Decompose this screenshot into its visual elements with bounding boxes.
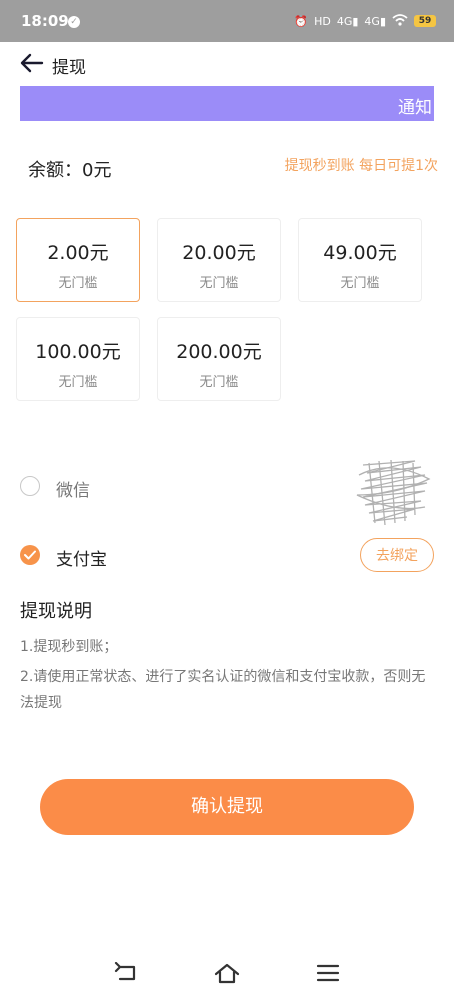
notice-text: 通知 [398, 98, 432, 118]
radio-checked-icon[interactable] [20, 545, 40, 565]
amount-note: 无门槛 [58, 276, 98, 291]
amount-value: 49.00元 [323, 242, 397, 264]
amount-value: 20.00元 [182, 242, 256, 264]
instructions-title: 提现说明 [20, 601, 92, 622]
hd-icon: HD [314, 14, 331, 28]
amount-option-200[interactable]: 200.00元 无门槛 [157, 317, 281, 401]
alipay-label: 支付宝 [56, 550, 107, 570]
amount-option-100[interactable]: 100.00元 无门槛 [16, 317, 140, 401]
amount-note: 无门槛 [199, 276, 239, 291]
alarm-icon: ⏰ [294, 14, 309, 28]
signal-4g-icon: 4G▮ [364, 14, 386, 28]
amount-value: 2.00元 [47, 242, 109, 264]
balance-label: 余额：0元 [28, 160, 112, 181]
signal-4g-icon: 4G▮ [336, 14, 359, 28]
amount-option-2[interactable]: 2.00元 无门槛 [16, 218, 140, 302]
status-bar: 18:09 ✓ ⏰ HD 4G▮ 4G▮ 59 [0, 0, 454, 42]
status-icons: ⏰ HD 4G▮ 4G▮ 59 [294, 13, 436, 29]
arrow-left-icon[interactable] [20, 52, 44, 74]
confirm-withdraw-button[interactable]: 确认提现 [40, 779, 414, 835]
wifi-icon [392, 13, 408, 29]
amount-value: 200.00元 [176, 341, 262, 363]
amount-note: 无门槛 [58, 375, 98, 390]
amount-option-49[interactable]: 49.00元 无门槛 [298, 218, 422, 302]
wechat-label: 微信 [56, 481, 90, 501]
header: 提现 [0, 42, 454, 84]
page-title: 提现 [52, 58, 86, 78]
menu-icon[interactable] [315, 962, 341, 984]
wechat-option[interactable]: 微信 [20, 469, 434, 505]
notice-banner: 通知 [20, 86, 434, 121]
radio-unchecked-icon[interactable] [20, 476, 40, 496]
status-time: 18:09 [21, 12, 69, 30]
amount-note: 无门槛 [340, 276, 380, 291]
notification-icon: ✓ [68, 16, 80, 28]
instruction-line-1: 1.提现秒到账； [20, 639, 118, 655]
back-nav-icon[interactable] [114, 962, 140, 984]
instruction-line-2: 2.请使用正常状态、进行了实名认证的微信和支付宝收款，否则无法提现 [20, 669, 426, 711]
system-nav-bar [0, 948, 454, 1000]
unbind-button[interactable]: 去绑定 [360, 538, 434, 572]
battery-icon: 59 [414, 15, 436, 27]
home-icon[interactable] [214, 962, 240, 984]
alipay-option[interactable]: 支付宝 去绑定 [20, 538, 434, 574]
amount-option-20[interactable]: 20.00元 无门槛 [157, 218, 281, 302]
amount-note: 无门槛 [199, 375, 239, 390]
amount-value: 100.00元 [35, 341, 121, 363]
promo-text: 提现秒到账 每日可提1次 [284, 158, 438, 174]
